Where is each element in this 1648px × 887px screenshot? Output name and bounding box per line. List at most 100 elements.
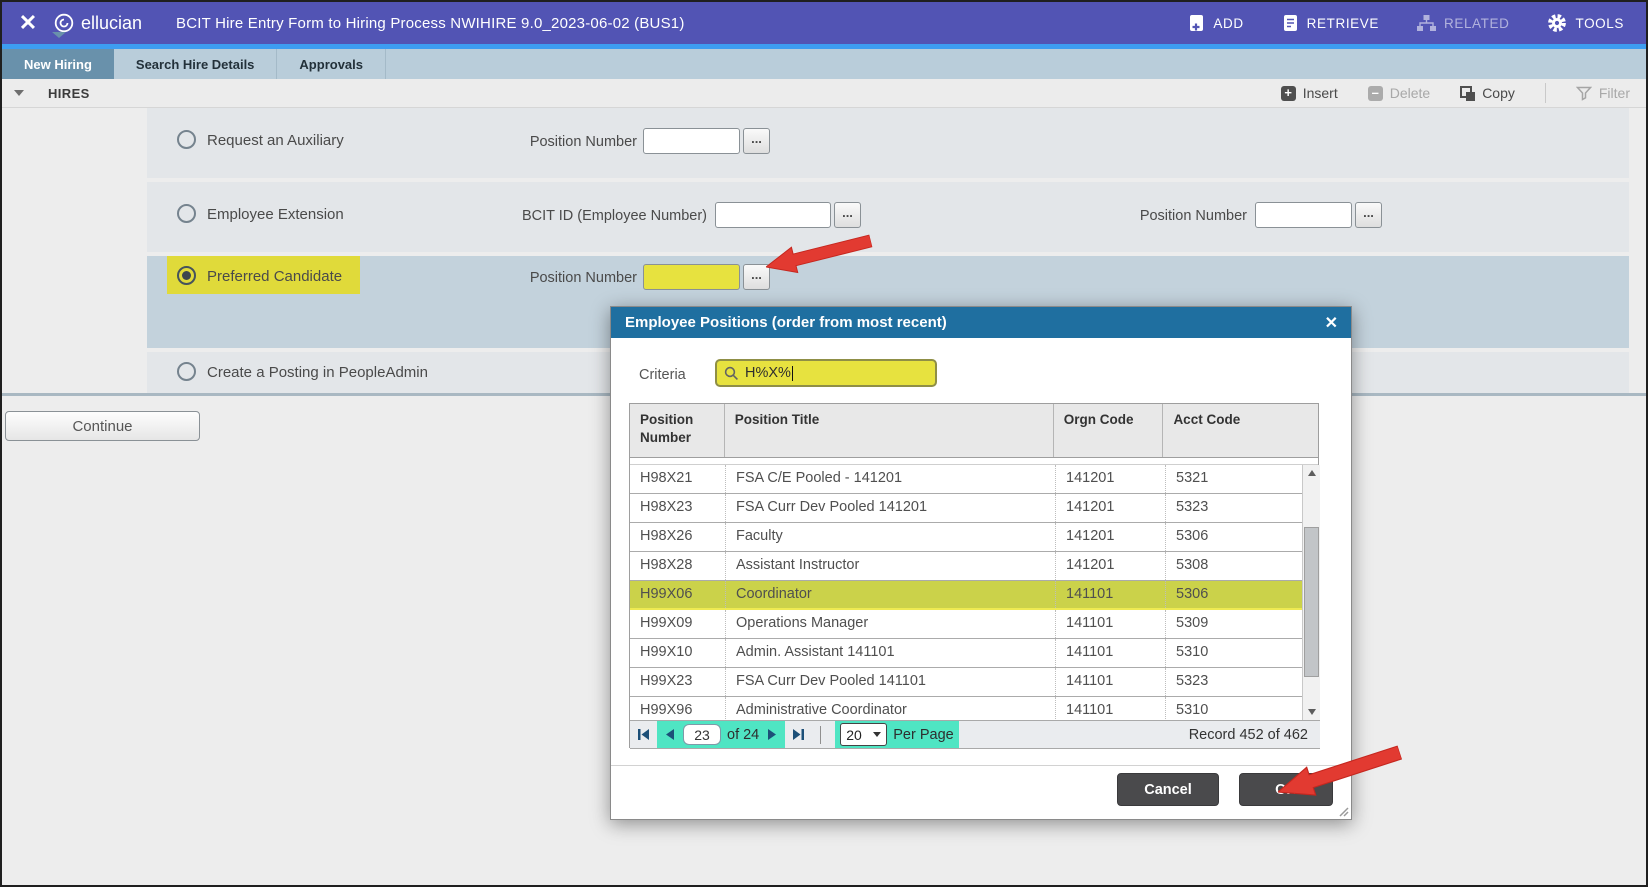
option-label: Create a Posting in PeopleAdmin	[207, 364, 428, 381]
table-row[interactable]: H99X10 Admin. Assistant 141101 141101 5310	[630, 639, 1302, 668]
topbar: ✕ ellucian BCIT Hire Entry Form to Hirin…	[2, 2, 1646, 44]
copy-button[interactable]: Copy	[1460, 85, 1515, 101]
next-page-icon[interactable]	[765, 727, 780, 742]
radio-create-posting[interactable]	[177, 362, 196, 381]
hires-section-bar: HIRES Insert Delete Copy Filter	[2, 79, 1646, 108]
option-row-employee-extension: Employee Extension BCIT ID (Employee Num…	[147, 182, 1629, 252]
toolbar-divider	[1544, 83, 1546, 103]
insert-button[interactable]: Insert	[1280, 85, 1338, 101]
section-toolbar: Insert Delete Copy Filter	[1280, 83, 1646, 103]
prev-page-icon[interactable]	[662, 727, 677, 742]
ok-button[interactable]: OK	[1239, 773, 1333, 806]
pagination-divider	[820, 725, 822, 744]
table-row[interactable]: H98X26 Faculty 141201 5306	[630, 523, 1302, 552]
add-button[interactable]: ADD	[1188, 14, 1243, 33]
close-icon[interactable]: ✕	[2, 10, 54, 36]
bcit-id-combo: ...	[715, 202, 861, 228]
table-row[interactable]: H99X09 Operations Manager 141101 5309	[630, 610, 1302, 639]
table-scrollbar[interactable]	[1302, 465, 1320, 720]
header-gap	[630, 458, 1318, 465]
employee-positions-dialog: Employee Positions (order from most rece…	[610, 306, 1352, 820]
insert-icon	[1280, 85, 1296, 101]
field-label: Position Number	[529, 270, 637, 286]
page-number-input[interactable]: 23	[683, 724, 721, 745]
continue-button[interactable]: Continue	[5, 411, 200, 441]
scroll-up-icon[interactable]	[1303, 465, 1320, 481]
lookup-dots-button[interactable]: ...	[743, 264, 770, 290]
scrollbar-thumb[interactable]	[1304, 527, 1319, 677]
retrieve-icon	[1283, 14, 1297, 31]
table-row[interactable]: H98X28 Assistant Instructor 141201 5308	[630, 552, 1302, 581]
position-number-input[interactable]	[643, 264, 740, 290]
copy-icon	[1460, 85, 1476, 101]
column-header: Position Title	[725, 404, 1054, 457]
collapse-caret-icon[interactable]	[14, 90, 24, 96]
radio-preferred-candidate[interactable]	[177, 266, 196, 285]
highlight: 20 Per Page	[835, 721, 959, 748]
positions-table: Position Number Position Title Orgn Code…	[629, 403, 1320, 749]
option-label: Preferred Candidate	[207, 268, 343, 285]
position-number-combo: ...	[643, 264, 770, 290]
related-button[interactable]: RELATED	[1417, 14, 1509, 32]
active-tab-notch	[52, 32, 66, 38]
table-row[interactable]: H98X23 FSA Curr Dev Pooled 141201 141201 53…	[630, 494, 1302, 523]
gear-icon	[1548, 14, 1567, 32]
table-header: Position Number Position Title Orgn Code…	[630, 404, 1318, 458]
scroll-down-icon[interactable]	[1303, 704, 1320, 720]
column-header: Position Number	[630, 404, 725, 457]
dialog-title: Employee Positions (order from most rece…	[625, 314, 947, 331]
retrieve-button[interactable]: RETRIEVE	[1282, 14, 1379, 33]
column-header: Orgn Code	[1054, 404, 1164, 457]
filter-button[interactable]: Filter	[1575, 85, 1630, 101]
column-header: Acct Code	[1173, 412, 1241, 427]
per-page-label: Per Page	[893, 726, 954, 743]
tab-search-hire-details[interactable]: Search Hire Details	[114, 49, 278, 79]
lookup-dots-button[interactable]: ...	[1355, 202, 1382, 228]
chevron-down-icon	[873, 732, 882, 737]
resize-handle[interactable]	[1337, 805, 1349, 817]
position-number-input[interactable]	[1255, 202, 1352, 228]
dialog-close-icon[interactable]: ✕	[1325, 313, 1338, 333]
related-icon	[1417, 14, 1436, 31]
option-label: Request an Auxiliary	[207, 132, 344, 149]
table-row[interactable]: H99X96 Administrative Coordinator 141101 53…	[630, 697, 1302, 720]
lookup-dots-button[interactable]: ...	[834, 202, 861, 228]
table-body: H98X21 FSA C/E Pooled - 141201 141201 5321 …	[630, 465, 1302, 720]
field-label: BCIT ID (Employee Number)	[521, 208, 707, 224]
option-row-request-auxiliary: Request an Auxiliary Position Number ...	[147, 108, 1629, 178]
cancel-button[interactable]: Cancel	[1117, 773, 1219, 806]
tools-button[interactable]: TOOLS	[1547, 13, 1624, 33]
table-row[interactable]: H98X21 FSA C/E Pooled - 141201 141201 5321	[630, 465, 1302, 494]
topbar-actions: ADD RETRIEVE RELATED TOOLS	[1188, 13, 1646, 33]
tab-bar: New Hiring Search Hire Details Approvals	[2, 49, 1646, 79]
lookup-dots-button[interactable]: ...	[743, 128, 770, 154]
radio-request-auxiliary[interactable]	[177, 130, 196, 149]
delete-icon	[1367, 85, 1383, 101]
section-title: HIRES	[48, 85, 90, 101]
bcit-id-input[interactable]	[715, 202, 831, 228]
first-page-icon[interactable]	[636, 727, 651, 742]
criteria-input[interactable]: H%X%	[715, 359, 937, 387]
position-number-combo: ...	[1255, 202, 1382, 228]
radio-employee-extension[interactable]	[177, 204, 196, 223]
highlight: 23 of 24	[657, 721, 786, 748]
tab-new-hiring[interactable]: New Hiring	[2, 49, 114, 79]
ellucian-logo: ellucian	[54, 13, 142, 34]
page-title: BCIT Hire Entry Form to Hiring Process N…	[176, 14, 685, 32]
last-page-icon[interactable]	[791, 727, 806, 742]
brand-name: ellucian	[81, 12, 143, 33]
app-window: ✕ ellucian BCIT Hire Entry Form to Hirin…	[0, 0, 1648, 887]
delete-button[interactable]: Delete	[1367, 85, 1430, 101]
ellucian-icon	[54, 13, 74, 33]
field-label: Position Number	[529, 134, 637, 150]
field-label: Position Number	[1139, 208, 1247, 224]
option-label: Employee Extension	[207, 206, 344, 223]
filter-icon	[1575, 86, 1592, 101]
table-row[interactable]: H99X23 FSA Curr Dev Pooled 141101 141101 53…	[630, 668, 1302, 697]
table-row-selected[interactable]: H99X06 Coordinator 141101 5306	[630, 581, 1302, 610]
position-number-input[interactable]	[643, 128, 740, 154]
tab-approvals[interactable]: Approvals	[277, 49, 386, 79]
position-number-combo: ...	[643, 128, 770, 154]
per-page-select[interactable]: 20	[840, 723, 888, 746]
criteria-value: H%X%	[745, 365, 791, 381]
